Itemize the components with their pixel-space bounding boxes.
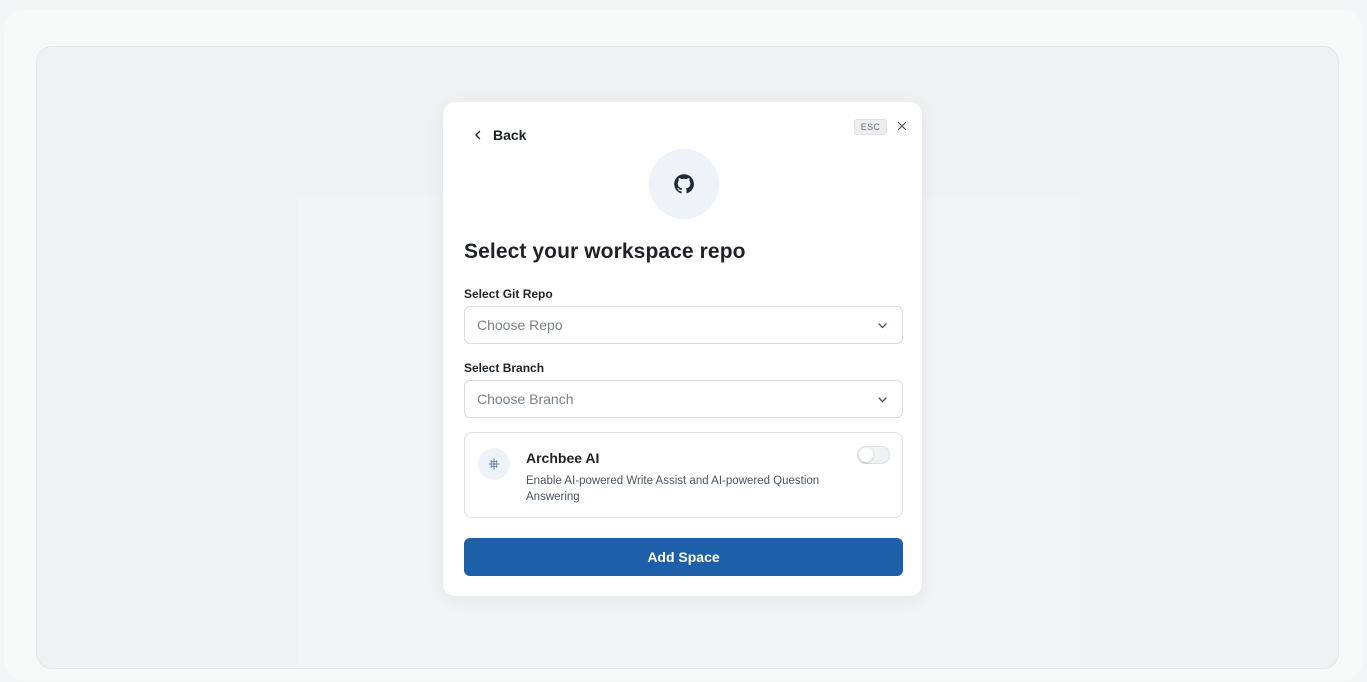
ai-card-description: Enable AI-powered Write Assist and AI-po… [526,475,820,503]
chevron-left-icon [475,130,481,140]
branch-field-label: Select Branch [464,361,545,375]
sparkle-icon [488,458,500,470]
repo-field-label: Select Git Repo [464,287,553,301]
github-logo [649,149,719,219]
ai-badge [478,448,510,480]
chevron-down-icon [878,322,887,328]
add-space-button[interactable]: Add Space [464,538,903,576]
modal-title: Select your workspace repo [464,240,746,263]
toggle-knob [859,448,873,462]
esc-key-hint: ESC [854,119,887,135]
repo-select-placeholder: Choose Repo [477,317,563,333]
repo-select[interactable]: Choose Repo [464,306,903,344]
chevron-down-icon [878,396,887,402]
back-label: Back [493,127,527,143]
select-repo-modal: Back ESC Select your workspace repo Sele… [443,102,922,596]
branch-select[interactable]: Choose Branch [464,380,903,418]
archbee-ai-card: Archbee AI Enable AI-powered Write Assis… [464,432,903,518]
back-button[interactable]: Back [473,124,526,146]
close-button[interactable] [895,119,909,133]
branch-select-placeholder: Choose Branch [477,391,574,407]
archbee-ai-toggle[interactable] [857,446,890,464]
ai-card-title: Archbee AI [526,450,600,466]
github-icon [674,174,694,194]
close-icon [897,121,907,131]
